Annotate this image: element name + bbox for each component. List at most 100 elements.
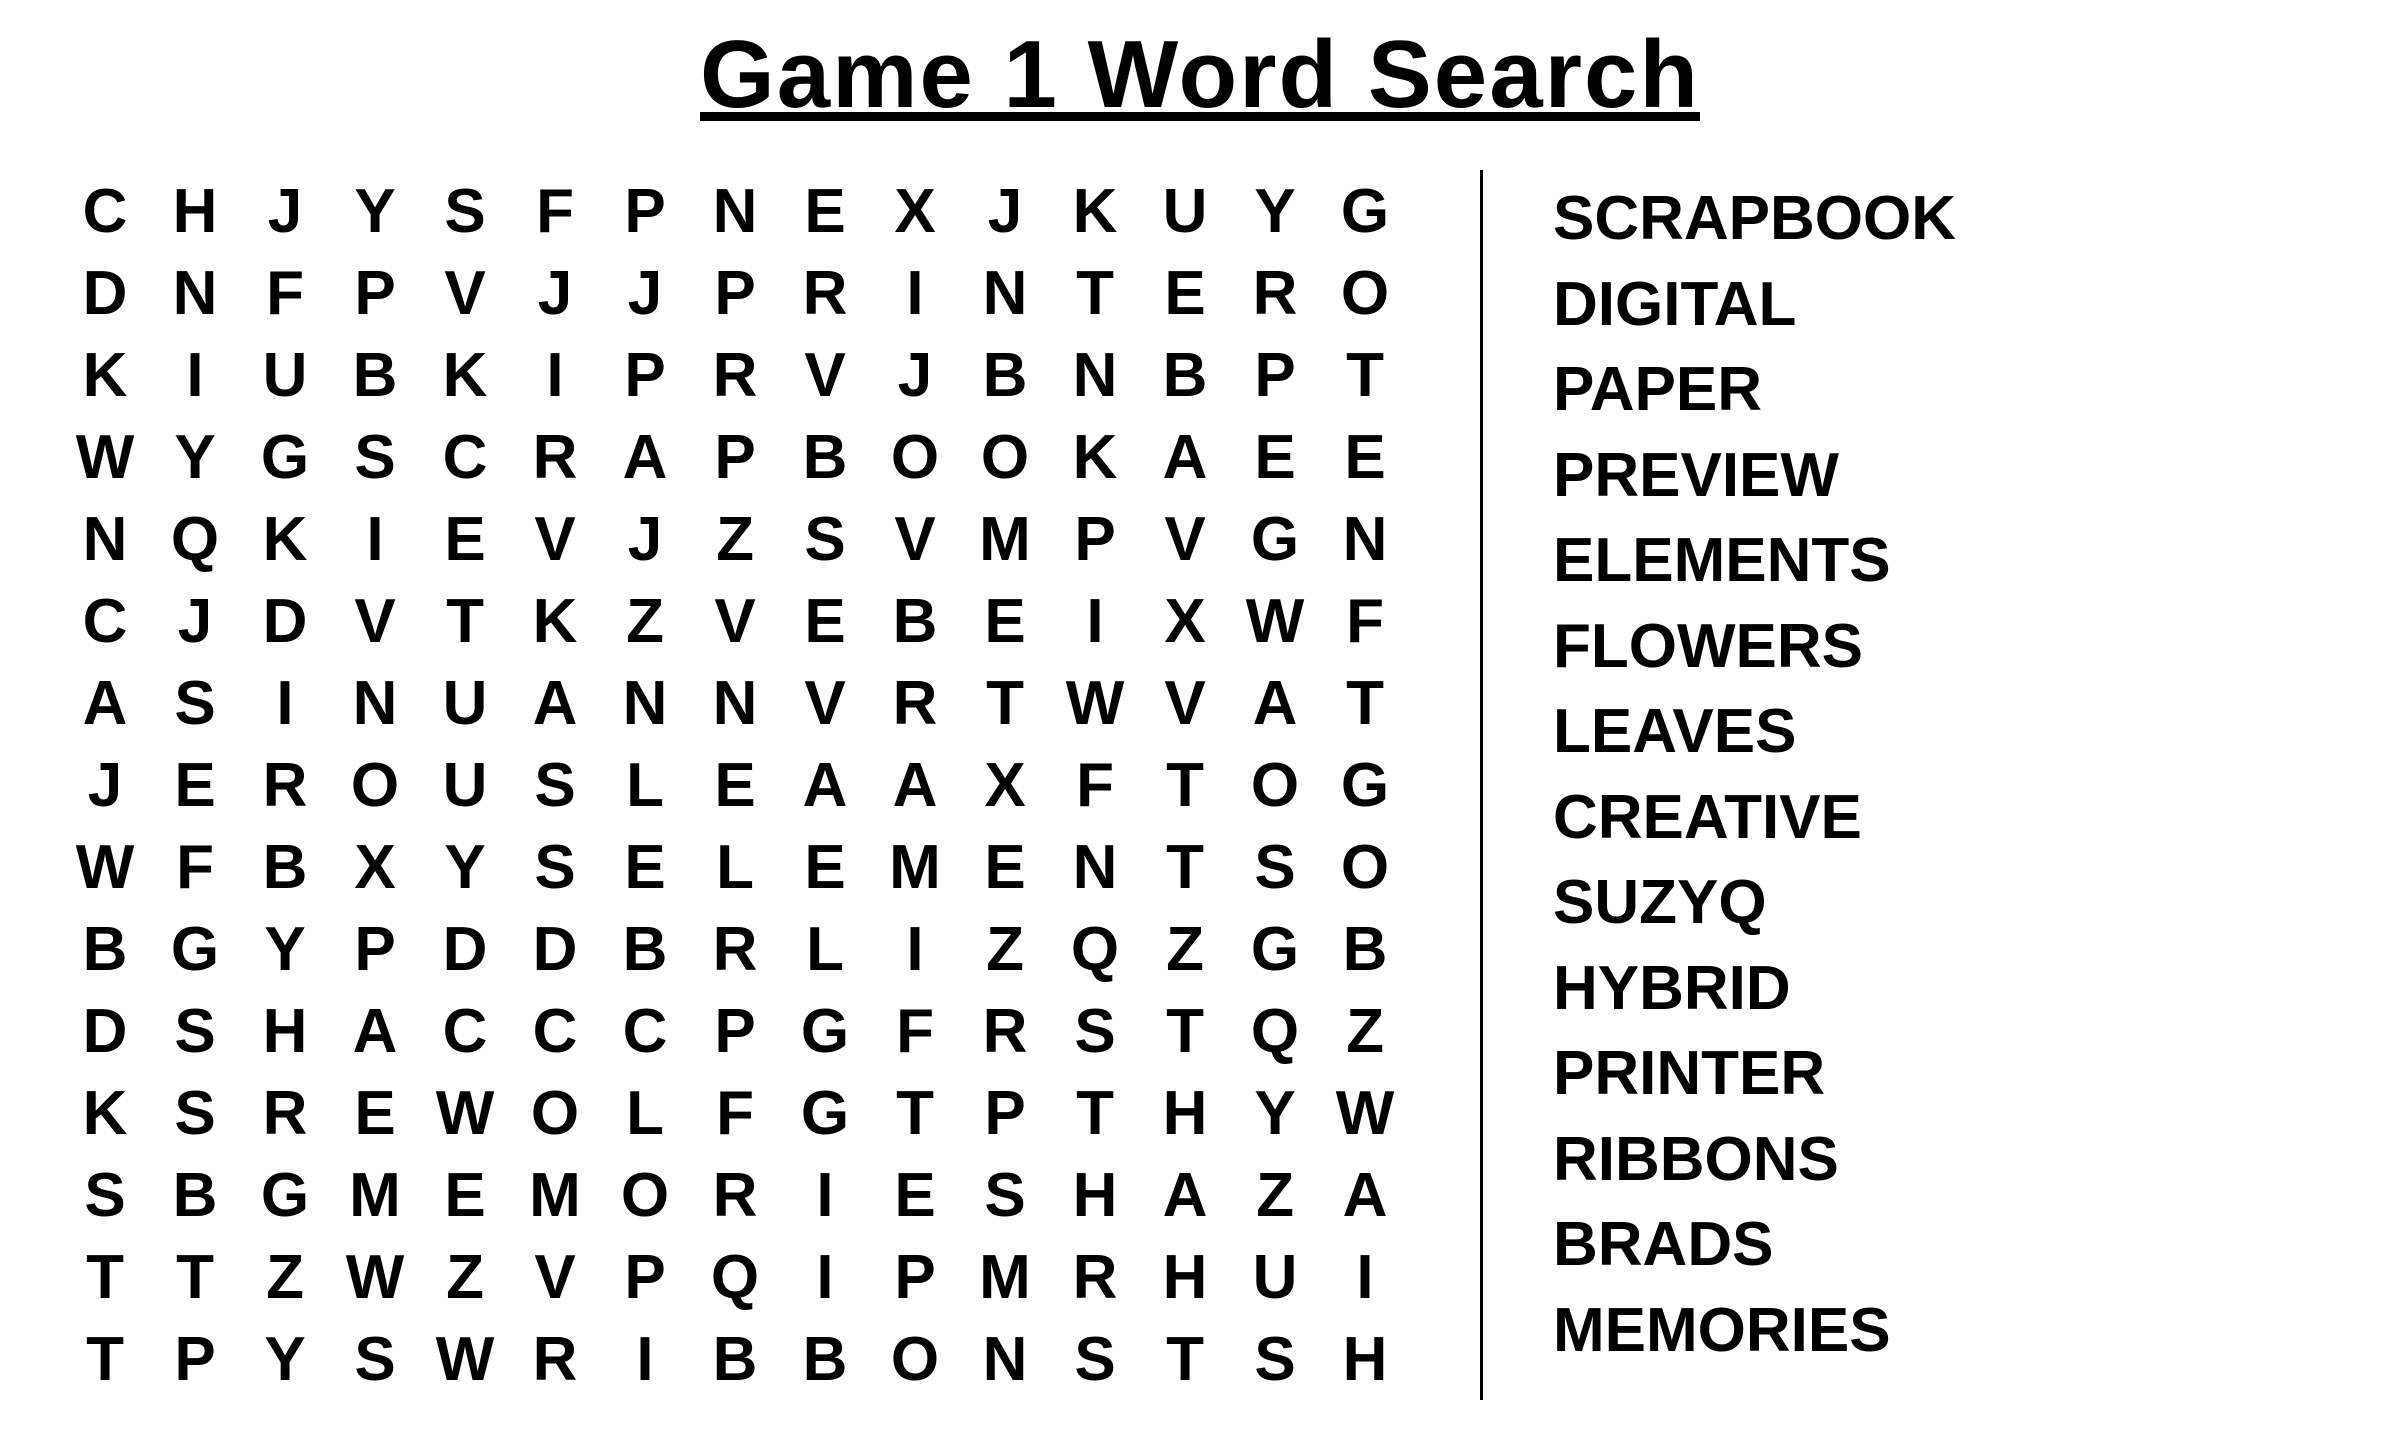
grid-cell: T [1320,334,1410,416]
grid-cell: E [780,826,870,908]
grid-cell: H [1140,1236,1230,1318]
grid-cell: N [1050,826,1140,908]
grid-cell: D [60,990,150,1072]
grid-cell: B [240,826,330,908]
grid-cell: P [600,334,690,416]
grid-cell: F [240,252,330,334]
word-item: BRADS [1553,1206,2340,1284]
grid-cell: S [150,662,240,744]
grid-cell: J [150,580,240,662]
grid-cell: Y [1230,170,1320,252]
grid-cell: X [1140,580,1230,662]
grid-cell: R [690,334,780,416]
grid-cell: T [420,580,510,662]
grid-cell: R [870,662,960,744]
grid-cell: P [1230,334,1320,416]
grid-cell: P [870,1236,960,1318]
grid-cell: Y [240,1318,330,1400]
grid-cell: G [150,908,240,990]
word-item: MEMORIES [1553,1292,2340,1370]
grid-cell: T [1140,826,1230,908]
grid-cell: R [510,1318,600,1400]
grid-cell: S [1050,990,1140,1072]
grid-cell: I [1320,1236,1410,1318]
grid-cell: Z [600,580,690,662]
grid-cell: T [1140,1318,1230,1400]
grid-cell: L [690,826,780,908]
grid-cell: G [1320,744,1410,826]
grid-cell: I [780,1236,870,1318]
grid-cell: F [1320,580,1410,662]
grid-cell: F [150,826,240,908]
grid-cell: P [960,1072,1050,1154]
grid-cell: J [600,252,690,334]
grid-cell: S [150,1072,240,1154]
grid-cell: H [1050,1154,1140,1236]
page-title: Game 1 Word Search [700,20,1700,130]
grid-cell: N [330,662,420,744]
grid-cell: R [690,908,780,990]
grid-cell: E [1320,416,1410,498]
grid-cell: B [1320,908,1410,990]
grid-cell: C [600,990,690,1072]
divider [1480,170,1483,1400]
grid-cell: S [150,990,240,1072]
grid-cell: J [240,170,330,252]
grid-cell: U [1140,170,1230,252]
grid-cell: S [780,498,870,580]
grid-cell: L [780,908,870,990]
grid-cell: U [420,744,510,826]
grid-cell: V [870,498,960,580]
grid-cell: C [60,580,150,662]
word-item: DIGITAL [1553,266,2340,344]
grid-cell: R [690,1154,780,1236]
grid-cell: A [60,662,150,744]
grid-cell: S [420,170,510,252]
grid-cell: E [420,1154,510,1236]
grid-cell: P [600,1236,690,1318]
grid-table: CHJYSFPNEXJKUYGDNFPVJJPRINTEROKIUBKIPRVJ… [60,170,1410,1400]
grid-cell: A [870,744,960,826]
grid-cell: B [780,1318,870,1400]
grid-cell: A [600,416,690,498]
grid-cell: X [870,170,960,252]
grid-cell: C [510,990,600,1072]
grid-cell: C [60,170,150,252]
grid-cell: Z [240,1236,330,1318]
grid-cell: N [960,1318,1050,1400]
grid-cell: P [330,252,420,334]
grid-cell: N [600,662,690,744]
grid-cell: B [330,334,420,416]
grid-cell: E [330,1072,420,1154]
grid-cell: H [1320,1318,1410,1400]
grid-cell: S [510,744,600,826]
grid-cell: W [1230,580,1320,662]
grid-cell: V [330,580,420,662]
grid-cell: I [1050,580,1140,662]
grid-cell: B [1140,334,1230,416]
word-item: LEAVES [1553,693,2340,771]
grid-cell: R [780,252,870,334]
grid-cell: A [1230,662,1320,744]
grid-cell: T [870,1072,960,1154]
grid-cell: T [1050,252,1140,334]
grid-cell: W [330,1236,420,1318]
grid-cell: G [240,1154,330,1236]
grid-cell: I [510,334,600,416]
grid-cell: T [1140,990,1230,1072]
grid-cell: R [1050,1236,1140,1318]
word-item: HYBRID [1553,950,2340,1028]
grid-cell: E [690,744,780,826]
grid-cell: B [150,1154,240,1236]
grid-cell: N [60,498,150,580]
grid-cell: T [60,1236,150,1318]
grid-cell: B [960,334,1050,416]
grid-cell: D [240,580,330,662]
grid-cell: I [240,662,330,744]
grid-cell: P [690,252,780,334]
grid-cell: T [1050,1072,1140,1154]
grid-cell: B [690,1318,780,1400]
grid-cell: P [690,416,780,498]
word-item: PRINTER [1553,1035,2340,1113]
grid-cell: W [1320,1072,1410,1154]
